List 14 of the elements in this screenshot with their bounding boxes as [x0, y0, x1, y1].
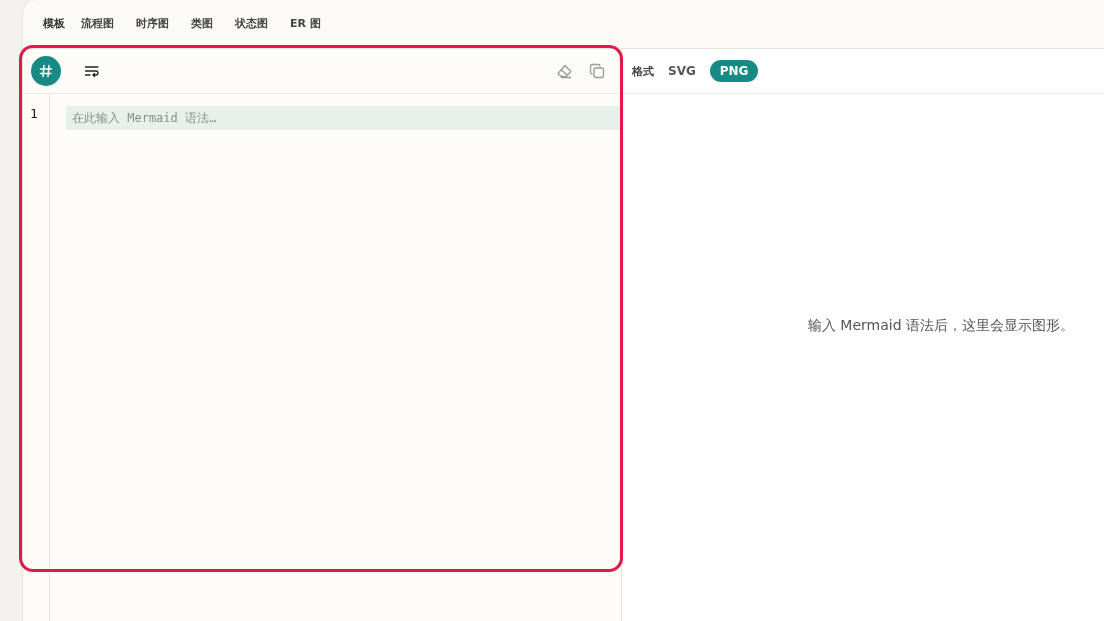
template-button[interactable]: 时序图 — [136, 15, 169, 31]
format-option[interactable]: SVG — [668, 60, 696, 82]
line-number: 1 — [29, 106, 39, 123]
format-option[interactable]: PNG — [709, 60, 759, 82]
template-button[interactable]: 类图 — [191, 15, 213, 31]
copy-icon[interactable] — [589, 63, 605, 79]
templates-label: 模板 — [43, 15, 65, 31]
format-label: 格式 — [632, 63, 654, 79]
template-button[interactable]: 状态图 — [235, 15, 268, 31]
hash-icon[interactable] — [31, 56, 61, 86]
eraser-icon[interactable] — [556, 63, 573, 79]
template-button[interactable]: 流程图 — [81, 15, 114, 31]
template-button[interactable]: ER 图 — [290, 15, 321, 31]
empty-message: 输入 Mermaid 语法后，这里会显示图形。 — [807, 316, 1074, 335]
